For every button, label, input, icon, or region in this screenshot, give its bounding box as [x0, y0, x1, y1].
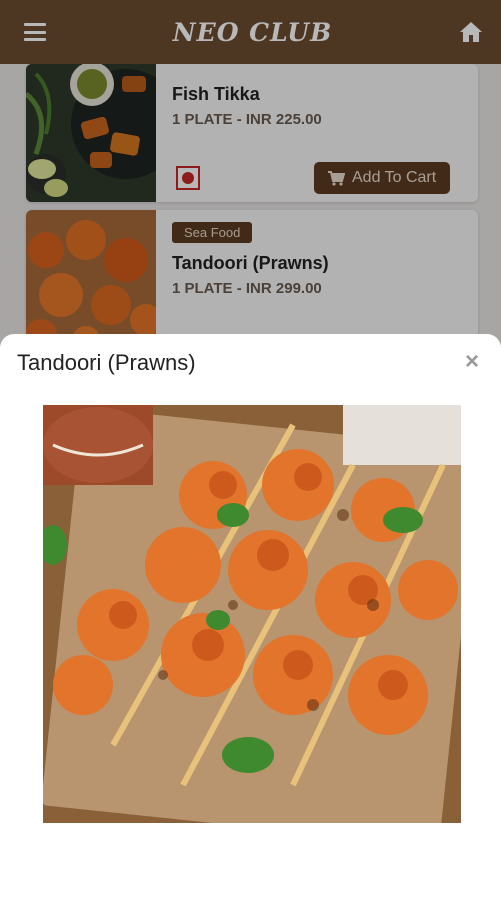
item-image-modal: Tandoori (Prawns) × — [0, 334, 501, 900]
modal-title: Tandoori (Prawns) — [17, 350, 196, 375]
prawns-photo — [43, 405, 461, 823]
close-icon[interactable]: × — [465, 350, 479, 374]
